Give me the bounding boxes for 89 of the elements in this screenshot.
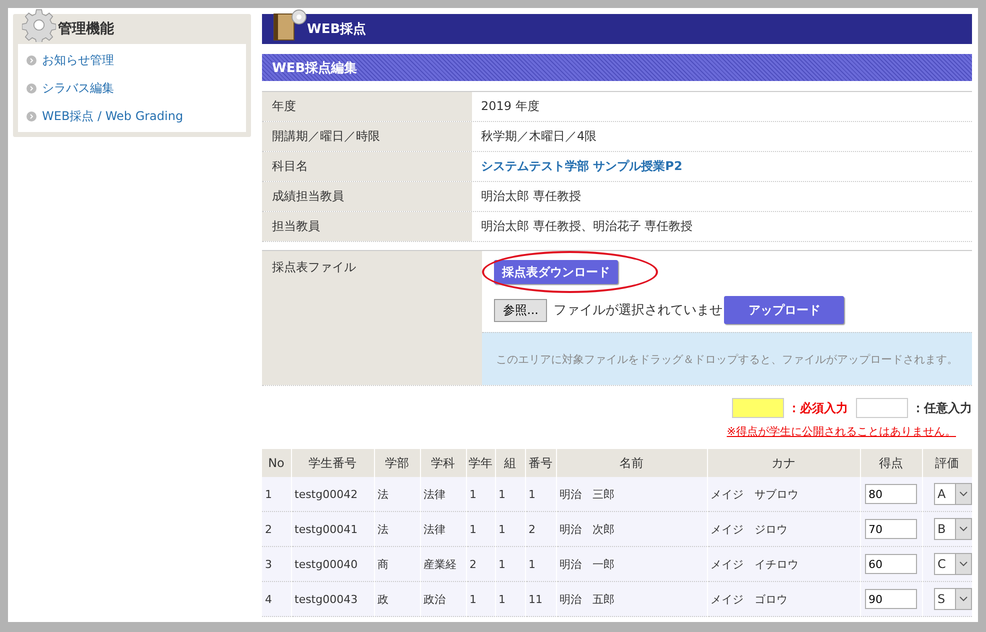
- table-cell: 1: [495, 512, 525, 546]
- column-header: 得点: [860, 449, 922, 477]
- table-cell: 2: [262, 512, 291, 546]
- column-header: 評価: [922, 449, 972, 477]
- table-cell: 2: [525, 512, 556, 546]
- menu-link[interactable]: シラバス編集: [18, 74, 246, 102]
- field-label: 担当教員: [262, 212, 472, 241]
- table-cell: 1: [495, 582, 525, 616]
- table-cell: 1: [466, 512, 495, 546]
- caret-icon: [958, 491, 968, 497]
- table-cell: メイジ ゴロウ: [707, 582, 860, 616]
- table-cell: testg00041: [291, 512, 374, 546]
- table-cell: メイジ ジロウ: [707, 512, 860, 546]
- table-cell: 1: [466, 477, 495, 512]
- table-cell: 明治 次郎: [556, 512, 707, 546]
- field-label: 開講期／曜日／時限: [262, 122, 472, 151]
- score-field[interactable]: 90: [864, 589, 916, 609]
- table-cell: 法: [374, 477, 420, 512]
- grade-select[interactable]: S: [934, 588, 972, 610]
- field-label: 採点表ファイル: [262, 251, 482, 385]
- legend-label: ：必須入力: [788, 400, 848, 416]
- table-cell: メイジ サブロウ: [707, 477, 860, 512]
- grade-select[interactable]: C: [934, 553, 972, 575]
- file-status: ファイルが選択されていませ: [553, 302, 722, 319]
- field-value: 明治太郎 専任教授、明治花子 専任教授: [481, 218, 693, 235]
- download-button[interactable]: 採点表ダウンロード: [494, 260, 618, 284]
- caret-icon: [958, 561, 968, 567]
- table-cell: 11: [525, 582, 556, 616]
- table-cell: 3: [262, 546, 291, 582]
- score-field[interactable]: 60: [864, 554, 916, 574]
- table-cell: 産業経: [420, 546, 466, 582]
- notice-text: ※得点が学生に公開されることはありません。: [726, 424, 956, 439]
- field-value: 明治太郎 専任教授: [481, 188, 581, 205]
- field-value: 秋学期／木曜日／4限: [481, 128, 597, 145]
- column-header: カナ: [707, 449, 860, 477]
- grade-select[interactable]: B: [934, 518, 972, 540]
- column-header: 組: [495, 449, 525, 477]
- table-cell: 1: [495, 477, 525, 512]
- bullet-icon: [26, 54, 37, 66]
- column-header: 名前: [556, 449, 707, 477]
- table-cell: 明治 一郎: [556, 546, 707, 582]
- browse-button[interactable]: 参照...: [494, 298, 548, 322]
- required-swatch: [732, 398, 784, 418]
- table-cell: 4: [262, 582, 291, 616]
- table-cell: 明治 三郎: [556, 477, 707, 512]
- table-cell: testg00043: [291, 582, 374, 616]
- legend-label: ：任意入力: [912, 400, 972, 416]
- table-cell: 商: [374, 546, 420, 582]
- table-cell: 2: [466, 546, 495, 582]
- optional-swatch: [856, 398, 908, 418]
- column-header: No: [262, 449, 291, 477]
- caret-icon: [958, 596, 968, 602]
- column-header: 学科: [420, 449, 466, 477]
- section-title: WEB採点編集: [272, 60, 358, 76]
- page-title: WEB採点: [307, 21, 366, 38]
- menu-link[interactable]: WEB採点 / Web Grading: [18, 102, 246, 130]
- course-name: システムテスト学部 サンプル授業P2: [481, 158, 682, 175]
- table-cell: 法: [374, 512, 420, 546]
- score-field[interactable]: 80: [864, 484, 916, 504]
- table-cell: testg00042: [291, 477, 374, 512]
- table-cell: 法律: [420, 512, 466, 546]
- drop-hint: このエリアに対象ファイルをドラッグ＆ドロップすると、ファイルがアップロードされます。: [496, 352, 958, 366]
- score-field[interactable]: 70: [864, 519, 916, 539]
- table-cell: 明治 五郎: [556, 582, 707, 616]
- table-cell: 1: [495, 546, 525, 582]
- field-value: 2019 年度: [481, 98, 540, 115]
- table-cell: 1: [525, 477, 556, 512]
- table-cell: 1: [525, 546, 556, 582]
- bullet-icon: [26, 110, 37, 122]
- table-cell: testg00040: [291, 546, 374, 582]
- table-cell: 政: [374, 582, 420, 616]
- table-cell: 1: [262, 477, 291, 512]
- caret-icon: [958, 526, 968, 532]
- bullet-icon: [26, 82, 37, 94]
- field-label: 科目名: [262, 152, 472, 181]
- table-cell: 政治: [420, 582, 466, 616]
- grade-select[interactable]: A: [934, 483, 972, 505]
- menu-link[interactable]: お知らせ管理: [18, 46, 246, 74]
- sidebar-title: 管理機能: [58, 20, 114, 38]
- upload-button[interactable]: アップロード: [724, 296, 844, 324]
- column-header: 学生番号: [291, 449, 374, 477]
- column-header: 学部: [374, 449, 420, 477]
- field-label: 成績担当教員: [262, 182, 472, 211]
- column-header: 番号: [525, 449, 556, 477]
- table-cell: メイジ イチロウ: [707, 546, 860, 582]
- column-header: 学年: [466, 449, 495, 477]
- table-cell: 法律: [420, 477, 466, 512]
- table-cell: 1: [466, 582, 495, 616]
- field-label: 年度: [262, 92, 472, 121]
